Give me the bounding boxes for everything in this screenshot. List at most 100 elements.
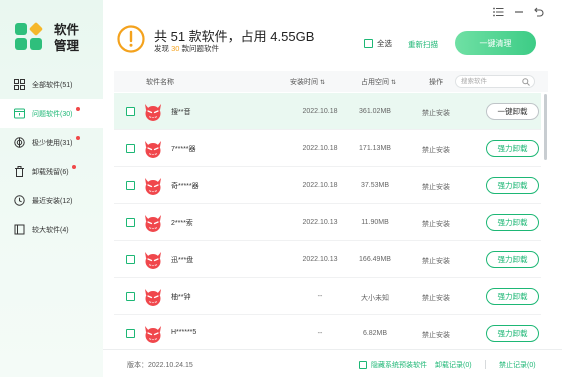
exclamation-circle-icon <box>117 25 145 53</box>
sidebar-item-residue[interactable]: 卸载残留(6) <box>0 157 103 186</box>
trash-icon <box>14 166 25 177</box>
software-size: 361.02MB <box>359 108 391 115</box>
software-size: 166.49MB <box>359 256 391 263</box>
install-date: 2022.10.18 <box>302 108 338 115</box>
sort-icon: ⇅ <box>390 80 396 86</box>
app-icon <box>143 287 163 307</box>
checkbox[interactable] <box>359 361 367 369</box>
problem-summary: 发现 30 款问题软件 <box>154 44 220 53</box>
search-input[interactable]: 搜索软件 <box>455 75 535 88</box>
uninstall-button[interactable]: 强力卸载 <box>486 288 539 305</box>
table-row[interactable]: 搜**音 2022.10.18 361.02MB 禁止安装 一键卸载 <box>114 93 541 130</box>
software-name: 7*****器 <box>171 146 196 153</box>
column-space[interactable]: 占用空间 ⇅ <box>361 77 396 87</box>
column-action: 操作 <box>429 79 443 86</box>
software-name: 奇*****器 <box>171 183 199 190</box>
sort-icon: ⇅ <box>319 80 325 86</box>
clock-icon <box>14 195 25 206</box>
hide-system-software-checkbox[interactable]: 隐藏系统预装软件 <box>359 360 427 370</box>
software-name: 迅***盘 <box>171 257 194 264</box>
minimize-icon[interactable] <box>514 7 524 17</box>
table-row[interactable]: 2****索 2022.10.13 11.90MB 禁止安装 强力卸载 <box>114 204 541 241</box>
list-icon[interactable] <box>493 7 504 17</box>
row-checkbox[interactable] <box>126 292 135 301</box>
table-row[interactable]: 奇*****器 2022.10.18 37.53MB 禁止安装 强力卸载 <box>114 167 541 204</box>
uninstall-button[interactable]: 强力卸载 <box>486 177 539 194</box>
row-checkbox[interactable] <box>126 144 135 153</box>
sidebar-item-label: 较大软件(4) <box>32 226 69 234</box>
scrollbar[interactable] <box>544 94 547 160</box>
table-row[interactable]: 柚**钟 -- 大小未知 禁止安装 强力卸载 <box>114 278 541 315</box>
uninstall-button[interactable]: 强力卸载 <box>486 214 539 231</box>
divider <box>485 360 486 369</box>
row-checkbox[interactable] <box>126 329 135 338</box>
app-icon <box>143 250 163 270</box>
notification-dot <box>76 107 80 111</box>
row-checkbox[interactable] <box>126 107 135 116</box>
block-install-link[interactable]: 禁止安装 <box>417 145 455 155</box>
select-all-checkbox[interactable]: 全选 <box>364 38 392 49</box>
row-checkbox[interactable] <box>126 181 135 190</box>
checkbox[interactable] <box>364 39 373 48</box>
app-icon <box>143 102 163 122</box>
notification-dot <box>76 136 80 140</box>
block-install-link[interactable]: 禁止安装 <box>417 182 455 192</box>
column-install-time[interactable]: 安装时间 ⇅ <box>290 77 325 87</box>
app-title: 软件 管理 <box>54 23 80 53</box>
version-label: 版本：2022.10.24.15 <box>127 362 193 369</box>
sidebar: 软件 管理 全部软件(51) 问题软件(30) 极少使用(31) 卸载残留(6)… <box>0 0 103 377</box>
software-name: H******5 <box>171 329 197 336</box>
block-install-link[interactable]: 禁止安装 <box>417 108 455 118</box>
sidebar-item-label: 极少使用(31) <box>32 139 73 147</box>
sidebar-item-label: 卸载残留(6) <box>32 168 69 176</box>
app-icon <box>143 213 163 233</box>
table-row[interactable]: 迅***盘 2022.10.13 166.49MB 禁止安装 强力卸载 <box>114 241 541 278</box>
one-click-clean-button[interactable]: 一键清理 <box>455 31 536 55</box>
software-size: 37.53MB <box>360 182 390 189</box>
sidebar-item-label: 全部软件(51) <box>32 81 73 89</box>
uninstall-log-link[interactable]: 卸载记录(0) <box>435 360 472 370</box>
software-name: 2****索 <box>171 220 193 227</box>
row-checkbox[interactable] <box>126 218 135 227</box>
sidebar-item-recent[interactable]: 最近安装(12) <box>0 186 103 215</box>
block-install-link[interactable]: 禁止安装 <box>417 219 455 229</box>
install-date: -- <box>317 330 323 337</box>
uninstall-button[interactable]: 一键卸载 <box>486 103 539 120</box>
block-install-link[interactable]: 禁止安装 <box>417 256 455 266</box>
block-install-link[interactable]: 禁止安装 <box>417 330 455 340</box>
app-icon <box>143 176 163 196</box>
search-icon[interactable] <box>522 78 530 86</box>
rescan-link[interactable]: 重新扫描 <box>408 39 438 50</box>
install-date: 2022.10.18 <box>302 182 338 189</box>
uninstall-button[interactable]: 强力卸载 <box>486 325 539 342</box>
back-arrow-icon[interactable] <box>534 7 544 17</box>
table-header: 软件名称 安装时间 ⇅ 占用空间 ⇅ 操作 搜索软件 <box>114 71 548 92</box>
sidebar-item-all[interactable]: 全部软件(51) <box>0 70 103 99</box>
row-checkbox[interactable] <box>126 255 135 264</box>
table-row[interactable]: H******5 -- 6.82MB 禁止安装 强力卸载 <box>114 315 541 349</box>
footer: 版本：2022.10.24.15 隐藏系统预装软件 卸载记录(0) 禁止记录(0… <box>103 349 562 377</box>
sidebar-nav: 全部软件(51) 问题软件(30) 极少使用(31) 卸载残留(6) 最近安装(… <box>0 70 103 244</box>
block-install-link[interactable]: 禁止安装 <box>417 293 455 303</box>
column-name[interactable]: 软件名称 <box>146 77 174 87</box>
uninstall-button[interactable]: 强力卸载 <box>486 251 539 268</box>
install-date: 2022.10.13 <box>302 256 338 263</box>
software-name: 柚**钟 <box>171 294 191 301</box>
software-size: 6.82MB <box>362 330 388 337</box>
sidebar-item-label: 问题软件(30) <box>32 110 73 118</box>
sidebar-item-label: 最近安装(12) <box>32 197 73 205</box>
uninstall-button[interactable]: 强力卸载 <box>486 140 539 157</box>
sidebar-item-large[interactable]: 较大软件(4) <box>0 215 103 244</box>
block-log-link[interactable]: 禁止记录(0) <box>499 360 536 370</box>
warning-window-icon <box>14 108 25 119</box>
software-size: 171.13MB <box>359 145 391 152</box>
software-list: 搜**音 2022.10.18 361.02MB 禁止安装 一键卸载 7*****器 202… <box>114 93 548 349</box>
install-date: -- <box>317 293 323 300</box>
sidebar-item-rarely-used[interactable]: 极少使用(31) <box>0 128 103 157</box>
sidebar-item-problem[interactable]: 问题软件(30) <box>0 99 103 128</box>
install-date: 2022.10.18 <box>302 145 338 152</box>
notification-dot <box>72 165 76 169</box>
table-row[interactable]: 7*****器 2022.10.18 171.13MB 禁止安装 强力卸载 <box>114 130 541 167</box>
box-icon <box>14 224 25 235</box>
software-size: 大小未知 <box>361 295 389 302</box>
